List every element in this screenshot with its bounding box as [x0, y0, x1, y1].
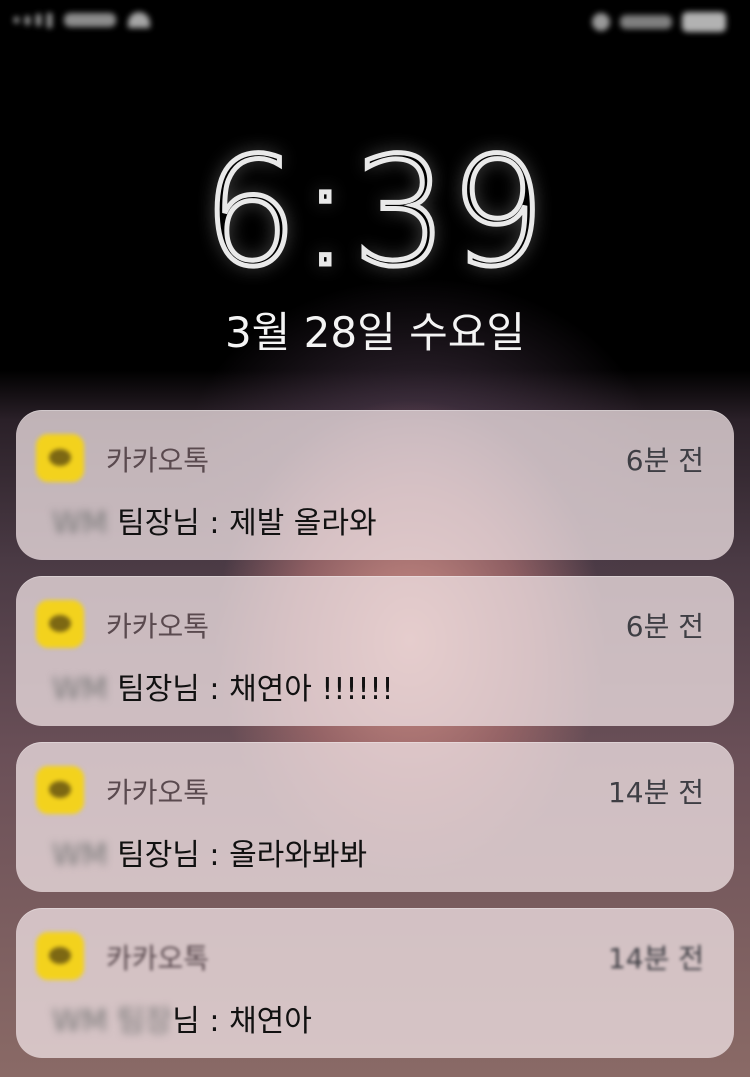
notification-message: WM 팀장님 : 채연아: [52, 996, 312, 1040]
carrier-label: [64, 13, 116, 27]
notification-message-text: 님 : 채연아: [172, 1004, 312, 1039]
notification-message-text: 팀장님 : 올라와봐봐: [117, 838, 368, 873]
kakaotalk-app-icon: [36, 766, 84, 814]
signal-bar-icon: [47, 12, 52, 28]
orientation-lock-icon: [592, 13, 610, 31]
lock-screen-date: 3월 28일 수요일: [224, 308, 526, 357]
notification-card[interactable]: 카카오톡 6분 전 WM 팀장님 : 제발 올라와: [16, 410, 734, 560]
notification-app-name: 카카오톡: [106, 610, 210, 643]
notification-app-name: 카카오톡: [106, 776, 210, 809]
kakaotalk-app-icon: [36, 600, 84, 648]
signal-bar-icon: [36, 14, 41, 26]
notification-sender-blurred: WM 팀장: [52, 1004, 173, 1039]
battery-percent: [620, 15, 672, 29]
notification-app-name: 카카오톡: [106, 942, 210, 975]
status-bar: [0, 0, 750, 50]
wifi-icon: [128, 12, 150, 28]
notification-message: WM 팀장님 : 제발 올라와: [52, 498, 377, 542]
kakaotalk-app-icon: [36, 434, 84, 482]
status-right: [592, 12, 726, 32]
notification-time: 14분 전: [607, 776, 704, 809]
status-left: [14, 12, 150, 28]
notification-sender-blurred: WM: [52, 672, 108, 707]
notification-app-name: 카카오톡: [106, 444, 210, 477]
kakaotalk-app-icon: [36, 932, 84, 980]
notification-message: WM 팀장님 : 올라와봐봐: [52, 830, 367, 874]
notification-time: 6분 전: [625, 444, 704, 477]
lock-screen-clock: 6:39: [200, 126, 548, 300]
notification-message-text: 팀장님 : 채연아 !!!!!!: [117, 672, 394, 707]
notification-time: 14분 전: [607, 942, 704, 975]
notification-message: WM 팀장님 : 채연아 !!!!!!: [52, 664, 394, 708]
notification-sender-blurred: WM: [52, 838, 108, 873]
notification-card[interactable]: 카카오톡 14분 전 WM 팀장님 : 채연아: [16, 908, 734, 1058]
notification-message-text: 팀장님 : 제발 올라와: [117, 506, 377, 541]
battery-icon: [682, 12, 726, 32]
notification-card[interactable]: 카카오톡 6분 전 WM 팀장님 : 채연아 !!!!!!: [16, 576, 734, 726]
notification-card[interactable]: 카카오톡 14분 전 WM 팀장님 : 올라와봐봐: [16, 742, 734, 892]
notification-time: 6분 전: [625, 610, 704, 643]
signal-bar-icon: [25, 15, 30, 25]
notification-sender-blurred: WM: [52, 506, 108, 541]
signal-bar-icon: [14, 17, 19, 23]
